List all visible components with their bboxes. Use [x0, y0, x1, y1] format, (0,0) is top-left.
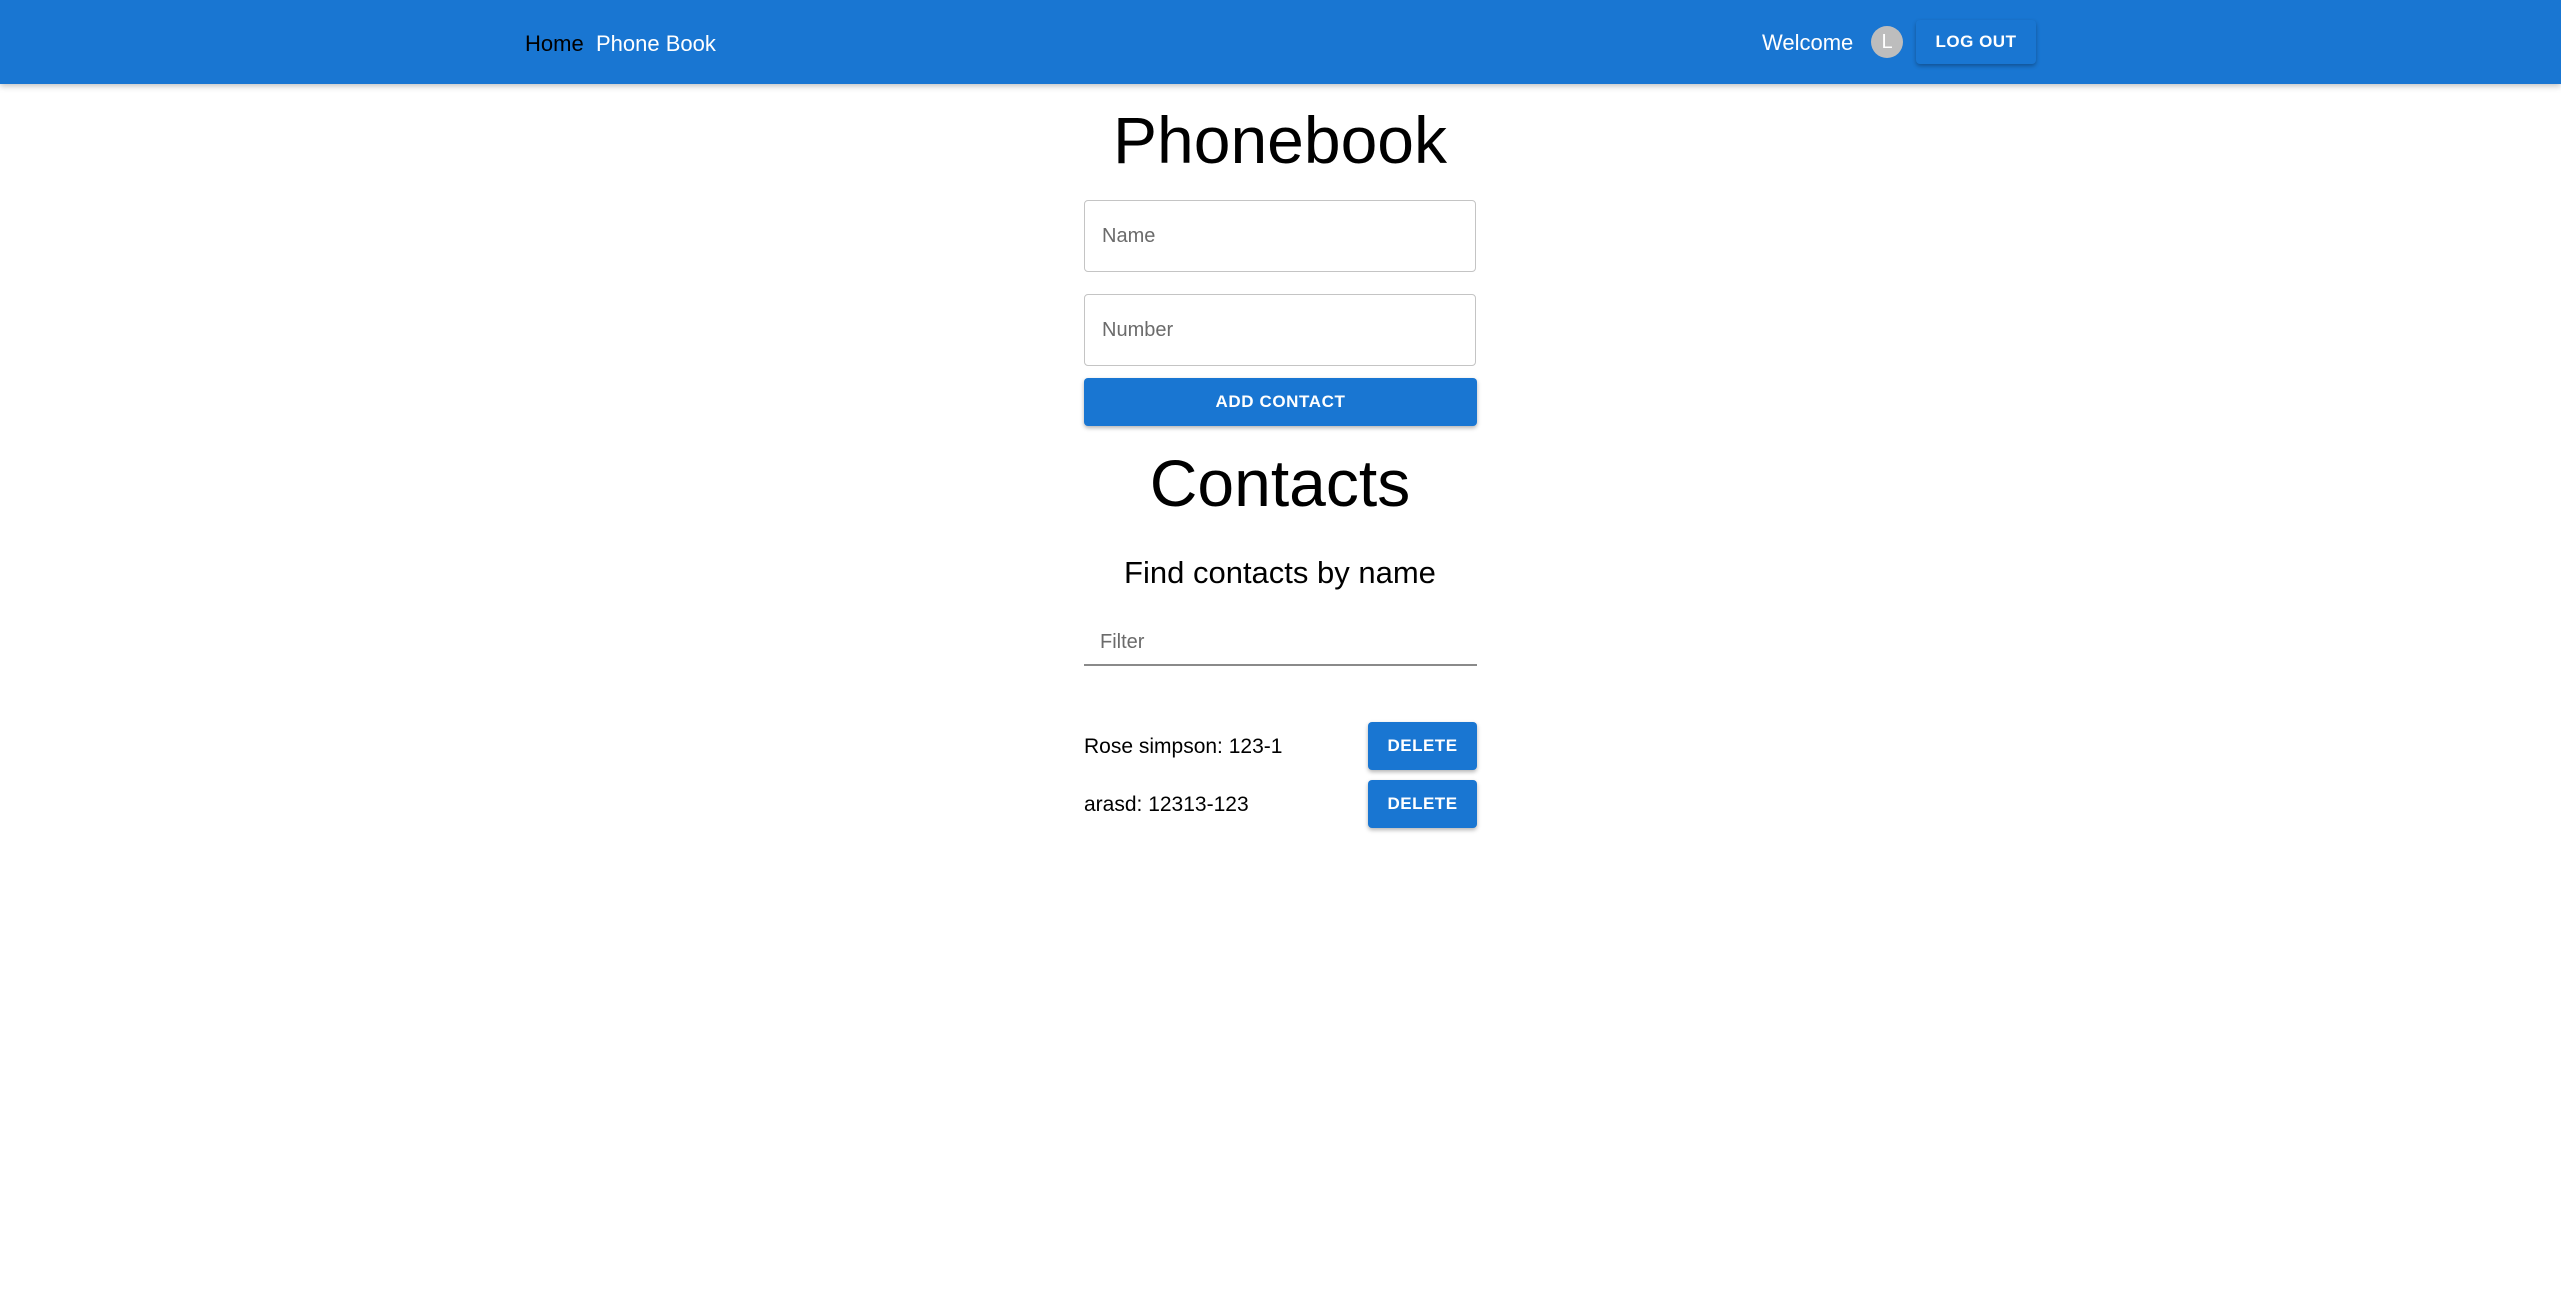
nav-home-link[interactable]: Home: [525, 30, 584, 58]
contact-text: Rose simpson: 123-1: [1084, 735, 1283, 758]
name-input[interactable]: [1084, 200, 1476, 272]
delete-button[interactable]: DELETE: [1368, 722, 1477, 770]
logout-button[interactable]: LOG OUT: [1916, 20, 2036, 64]
number-input[interactable]: [1084, 294, 1476, 366]
list-item: arasd: 12313-123 DELETE: [1084, 780, 1477, 828]
welcome-text: Welcome: [1762, 30, 1854, 55]
filter-input[interactable]: [1084, 620, 1477, 666]
contact-text: arasd: 12313-123: [1084, 793, 1249, 816]
list-item: Rose simpson: 123-1 DELETE: [1084, 722, 1477, 770]
find-contacts-heading: Find contacts by name: [1124, 555, 1436, 590]
delete-button[interactable]: DELETE: [1368, 780, 1477, 828]
nav-phonebook-link[interactable]: Phone Book: [596, 30, 716, 58]
contacts-title: Contacts: [1149, 446, 1411, 520]
page-title: Phonebook: [1113, 103, 1447, 177]
add-contact-button[interactable]: ADD CONTACT: [1084, 378, 1477, 426]
app-bar: Home Phone Book Welcome L LOG OUT: [0, 0, 2561, 84]
avatar: L: [1871, 26, 1903, 58]
